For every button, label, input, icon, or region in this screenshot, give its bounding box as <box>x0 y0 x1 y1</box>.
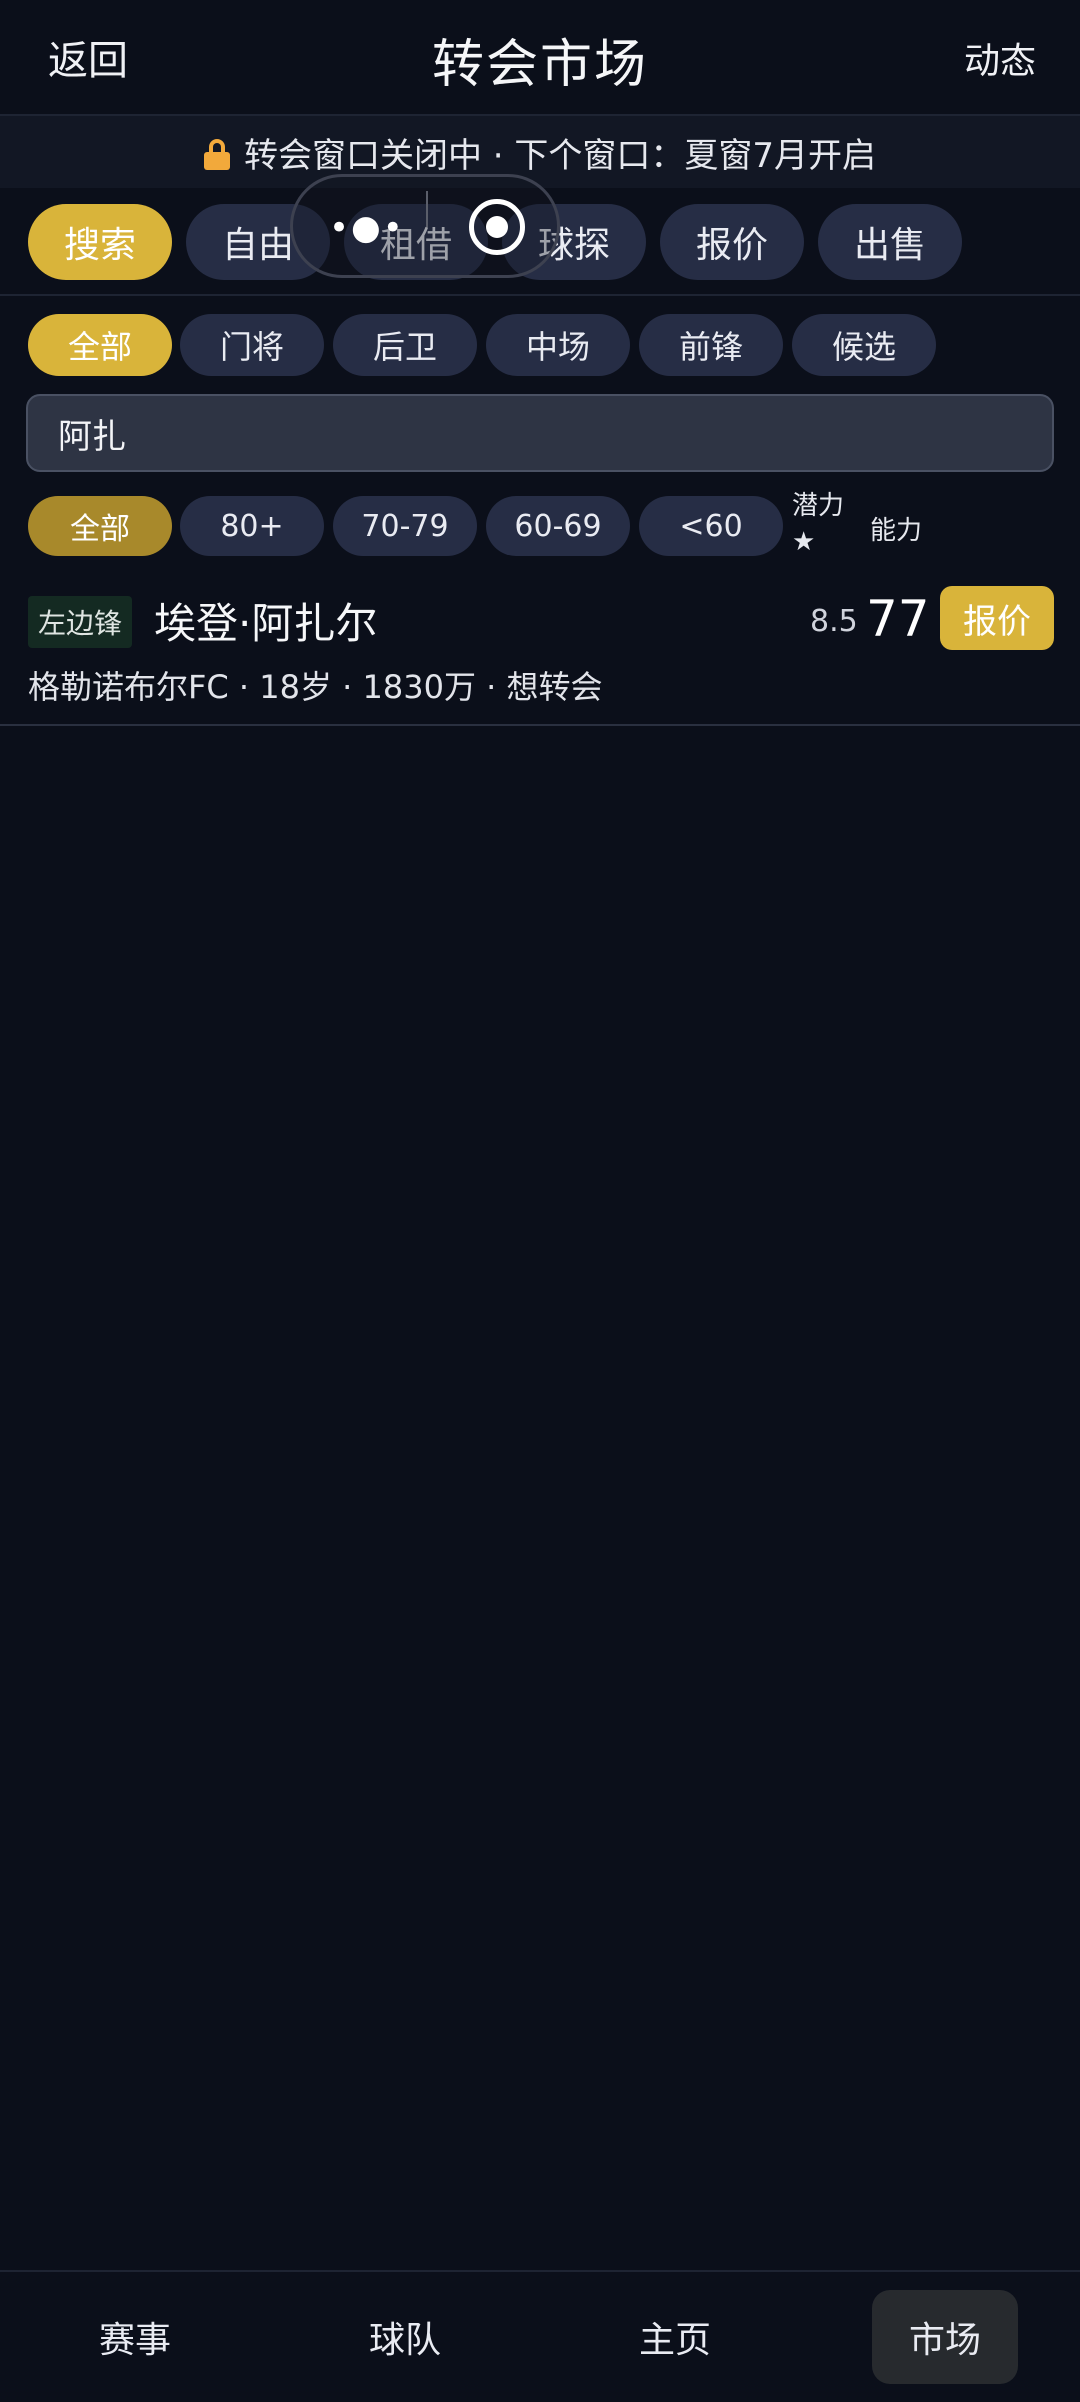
nav-matches[interactable]: 赛事 <box>0 2272 270 2402</box>
notice-text: 转会窗口关闭中 · 下个窗口：夏窗7月开启 <box>243 135 877 176</box>
more-icon[interactable]: •●• <box>329 211 405 245</box>
rating-60-69[interactable]: 60-69 <box>486 496 630 556</box>
offer-button[interactable]: 报价 <box>940 586 1054 650</box>
position-goalkeeper[interactable]: 门将 <box>180 314 324 376</box>
tab-sell[interactable]: 出售 <box>818 204 962 280</box>
position-badge: 左边锋 <box>28 596 133 648</box>
player-info: 格勒诺布尔FC · 18岁 · 1830万 · 想转会 <box>28 668 603 706</box>
sort-potential[interactable]: 潜力★ <box>792 488 852 560</box>
search-input[interactable]: 阿扎 <box>26 394 1054 472</box>
position-defender[interactable]: 后卫 <box>333 314 477 376</box>
nav-home-label: 主页 <box>638 2320 711 2361</box>
mini-program-capsule: •●• <box>290 174 560 278</box>
nav-team-label: 球队 <box>368 2320 441 2361</box>
player-row[interactable]: 左边锋 埃登·阿扎尔 8.5 77 报价 格勒诺布尔FC · 18岁 · 183… <box>0 576 1080 726</box>
tabs-divider <box>0 294 1080 296</box>
rating-80-plus[interactable]: 80+ <box>180 496 324 556</box>
position-all[interactable]: 全部 <box>28 314 172 376</box>
close-target-icon[interactable] <box>469 199 525 255</box>
transfer-window-notice: 转会窗口关闭中 · 下个窗口：夏窗7月开启 <box>0 116 1080 188</box>
position-shortlist[interactable]: 候选 <box>792 314 936 376</box>
capsule-divider <box>426 191 428 227</box>
nav-team[interactable]: 球队 <box>270 2272 540 2402</box>
lock-icon <box>203 139 230 170</box>
sort-ability[interactable]: 能力 <box>870 510 922 547</box>
tab-offers[interactable]: 报价 <box>660 204 804 280</box>
nav-market[interactable]: 市场 <box>810 2272 1080 2402</box>
player-name: 埃登·阿扎尔 <box>154 599 378 648</box>
top-bar: 返回 转会市场 动态 <box>0 0 1080 116</box>
potential-value: 8.5 <box>810 604 858 639</box>
rating-below-60[interactable]: <60 <box>639 496 783 556</box>
bottom-nav: 赛事 球队 主页 市场 <box>0 2270 1080 2402</box>
rating-70-79[interactable]: 70-79 <box>333 496 477 556</box>
nav-matches-label: 赛事 <box>98 2320 171 2361</box>
nav-home[interactable]: 主页 <box>540 2272 810 2402</box>
position-midfielder[interactable]: 中场 <box>486 314 630 376</box>
news-button[interactable]: 动态 <box>964 32 1036 84</box>
tab-search[interactable]: 搜索 <box>28 204 172 280</box>
rating-all[interactable]: 全部 <box>28 496 172 556</box>
overall-rating: 77 <box>866 590 930 648</box>
page-title: 转会市场 <box>431 35 648 95</box>
nav-market-label: 市场 <box>908 2320 981 2361</box>
position-forward[interactable]: 前锋 <box>639 314 783 376</box>
